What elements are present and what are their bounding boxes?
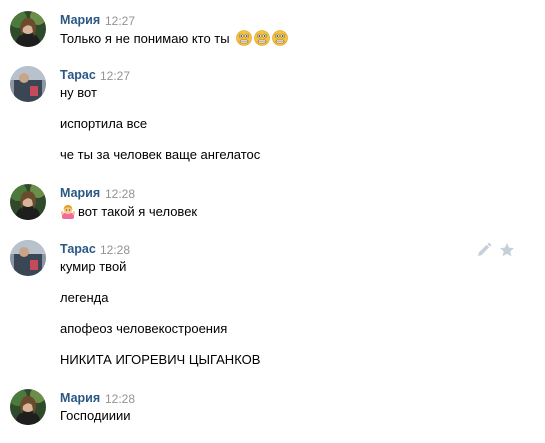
chat-history: Мария 12:27 Только я не понимаю кто ты Т… bbox=[0, 0, 545, 443]
message-author[interactable]: Тарас bbox=[60, 242, 96, 256]
message-text: че ты за человек ваще ангелатос bbox=[60, 147, 261, 162]
wide-eyed-smiley-emoji bbox=[272, 30, 289, 46]
avatar-taras[interactable] bbox=[10, 66, 46, 102]
message-text: испортила все bbox=[60, 116, 148, 131]
avatar-maria[interactable] bbox=[10, 11, 46, 47]
message-text: апофеоз человекостроения bbox=[60, 321, 228, 336]
message-author[interactable]: Мария bbox=[60, 13, 100, 27]
message-author[interactable]: Мария bbox=[60, 186, 100, 200]
message-time[interactable]: 12:27 bbox=[105, 14, 135, 28]
edit-pencil-icon[interactable] bbox=[476, 242, 492, 258]
message-time[interactable]: 12:28 bbox=[105, 392, 135, 406]
message-text: легенда bbox=[60, 290, 109, 305]
message-author[interactable]: Тарас bbox=[60, 68, 96, 82]
message-time[interactable]: 12:28 bbox=[100, 243, 130, 257]
message-time[interactable]: 12:28 bbox=[105, 187, 135, 201]
avatar-maria[interactable] bbox=[10, 389, 46, 425]
message-text: Господииии bbox=[60, 408, 131, 423]
message-text-line: вот такой я человек bbox=[60, 203, 197, 220]
wide-eyed-smiley-emoji bbox=[254, 30, 271, 46]
message-text: кумир твой bbox=[60, 259, 127, 274]
favorite-star-icon[interactable] bbox=[499, 242, 515, 258]
message-text: Только я не понимаю кто ты bbox=[60, 31, 230, 46]
message-actions bbox=[476, 242, 536, 258]
message-text-line: Только я не понимаю кто ты bbox=[60, 30, 290, 47]
avatar-maria[interactable] bbox=[10, 184, 46, 220]
person-gesturing-emoji bbox=[60, 203, 76, 219]
message-text: вот такой я человек bbox=[78, 204, 198, 219]
avatar-taras[interactable] bbox=[10, 240, 46, 276]
message-time[interactable]: 12:27 bbox=[100, 69, 130, 83]
message-text: НИКИТА ИГОРЕВИЧ ЦЫГАНКОВ bbox=[60, 352, 261, 367]
message-text: ну вот bbox=[60, 85, 97, 100]
wide-eyed-smiley-emoji bbox=[236, 30, 253, 46]
message-author[interactable]: Мария bbox=[60, 391, 100, 405]
